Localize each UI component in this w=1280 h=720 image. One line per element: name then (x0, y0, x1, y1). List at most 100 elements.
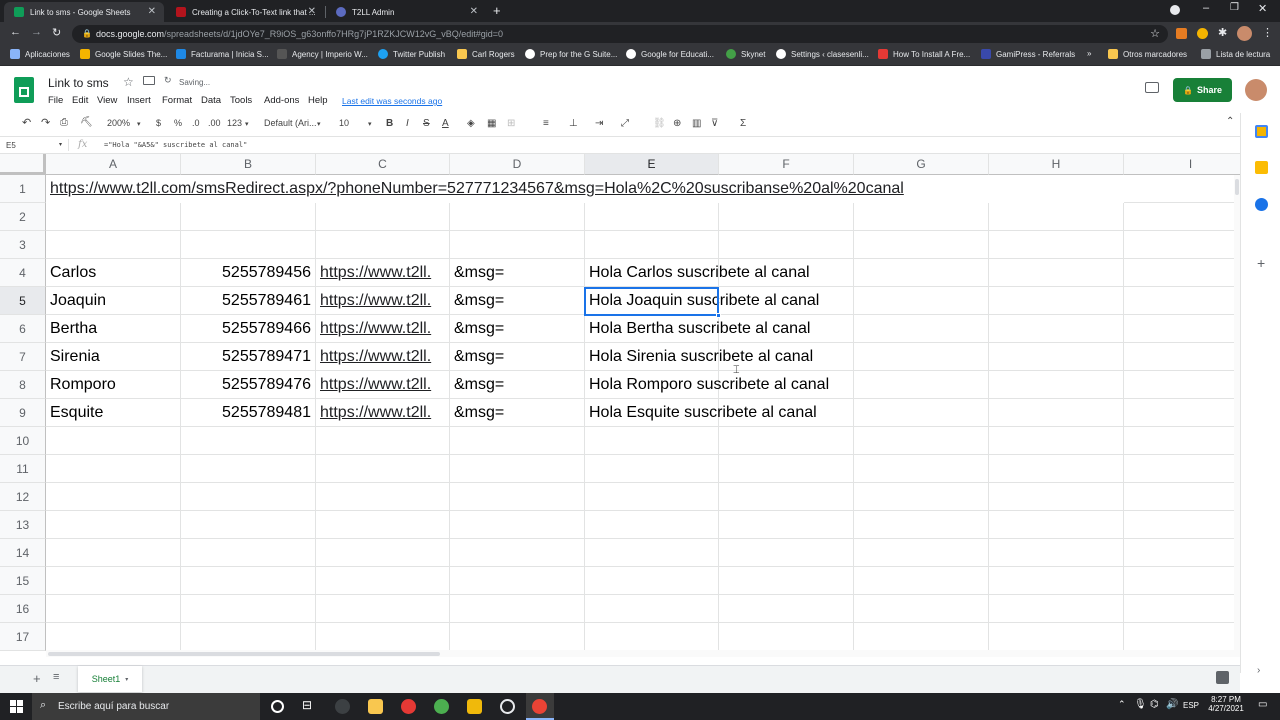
bookmark-google-education[interactable]: Google for Educati... (626, 49, 714, 59)
bookmark-lista-lectura[interactable]: Lista de lectura (1201, 49, 1270, 59)
cell-d4[interactable]: &msg= (450, 259, 584, 287)
chrome-active-app[interactable] (526, 693, 554, 720)
decrease-decimal-button[interactable]: .0 (192, 118, 200, 128)
close-tab-icon[interactable]: ✕ (308, 6, 316, 17)
cell-a7[interactable]: Sirenia (46, 343, 180, 371)
bookmark-settings[interactable]: Settings ‹ clasesenli... (776, 49, 869, 59)
currency-format-button[interactable]: $ (156, 118, 161, 128)
select-all-corner[interactable] (0, 154, 46, 175)
scrollbar-thumb[interactable] (48, 652, 440, 656)
horizontal-align-icon[interactable]: ≡ (543, 118, 549, 129)
volume-icon[interactable]: 🔊 (1166, 699, 1178, 710)
name-box[interactable]: E5 (6, 141, 16, 150)
keep-icon[interactable] (1255, 161, 1268, 174)
extension-icon[interactable] (1176, 28, 1187, 39)
strikethrough-icon[interactable]: S (423, 118, 430, 129)
insert-comment-icon[interactable]: ⊕ (673, 118, 681, 129)
fill-color-icon[interactable]: ◈ (467, 118, 475, 129)
tab-search-icon[interactable] (1170, 5, 1180, 15)
redo-icon[interactable]: ↷ (41, 116, 50, 129)
close-tab-icon[interactable]: ✕ (470, 6, 478, 17)
tab-click-to-text[interactable]: Creating a Click-To-Text link that ... ✕ (166, 2, 324, 22)
show-hidden-icons[interactable]: ⌃ (1118, 699, 1126, 710)
filter-icon[interactable]: ⊽ (711, 118, 718, 129)
insert-link-icon[interactable]: ⛓ (653, 118, 666, 129)
column-header-b[interactable]: B (181, 154, 316, 175)
merge-cells-icon[interactable]: ⊞ (507, 118, 515, 129)
forward-icon[interactable]: → (31, 26, 42, 38)
bookmark-skynet[interactable]: Skynet (726, 49, 765, 59)
tab-link-to-sms[interactable]: Link to sms - Google Sheets ✕ (4, 2, 164, 22)
bookmark-twitter-publish[interactable]: Twitter Publish (378, 49, 445, 59)
row-header[interactable]: 10 (0, 427, 46, 455)
row-header[interactable]: 6 (0, 315, 46, 343)
microphone-icon[interactable]: 🎙 (1134, 699, 1147, 710)
column-header-d[interactable]: D (450, 154, 585, 175)
cell-d9[interactable]: &msg= (450, 399, 584, 427)
cell-b5[interactable]: 5255789461 (181, 287, 315, 315)
cell-c8[interactable]: https://www.t2ll. (316, 371, 449, 399)
minimize-icon[interactable]: – (1203, 2, 1209, 14)
row-header[interactable]: 12 (0, 483, 46, 511)
notifications-icon[interactable]: ▭ (1258, 699, 1267, 710)
cell-e5-selected[interactable]: Hola Joaquin suscribete al canal (585, 287, 819, 315)
row-header[interactable]: 2 (0, 203, 46, 231)
cell-a4[interactable]: Carlos (46, 259, 180, 287)
obs-icon[interactable] (500, 699, 515, 714)
cell-a6[interactable]: Bertha (46, 315, 180, 343)
new-tab-button[interactable]: + (493, 3, 501, 18)
chrome-icon[interactable] (434, 699, 449, 714)
cell-b8[interactable]: 5255789476 (181, 371, 315, 399)
more-menu-icon[interactable]: ⋮ (1262, 26, 1273, 39)
calendar-icon[interactable] (1255, 125, 1268, 138)
text-rotation-icon[interactable]: ⤢ (621, 118, 629, 129)
back-icon[interactable]: ← (10, 26, 21, 38)
menu-view[interactable]: View (97, 95, 117, 106)
cell-b4[interactable]: 5255789456 (181, 259, 315, 287)
file-explorer-icon[interactable] (368, 699, 383, 714)
undo-icon[interactable]: ↶ (22, 116, 31, 129)
functions-button[interactable]: Σ (740, 118, 746, 129)
close-tab-icon[interactable]: ✕ (148, 6, 156, 17)
star-icon[interactable]: ☆ (123, 75, 134, 89)
collapse-menus-icon[interactable]: ⌃ (1226, 116, 1234, 127)
italic-button[interactable]: I (406, 118, 409, 129)
horizontal-scrollbar[interactable] (46, 650, 1234, 657)
row-header[interactable]: 17 (0, 623, 46, 651)
cell-d7[interactable]: &msg= (450, 343, 584, 371)
row-header[interactable]: 7 (0, 343, 46, 371)
font-select[interactable]: Default (Ari... (264, 118, 317, 128)
text-color-icon[interactable]: A (442, 118, 449, 129)
fill-handle[interactable] (716, 313, 721, 318)
borders-icon[interactable]: ▦ (487, 118, 496, 129)
bookmark-prep-gsuite[interactable]: Prep for the G Suite... (525, 49, 617, 59)
cell-e6[interactable]: Hola Bertha suscribete al canal (585, 315, 810, 343)
explore-icon[interactable] (1216, 671, 1229, 684)
zoom-select[interactable]: 200% (107, 118, 130, 128)
menu-format[interactable]: Format (162, 95, 192, 106)
cell-a8[interactable]: Romporo (46, 371, 180, 399)
row-header[interactable]: 5 (0, 287, 46, 315)
close-window-icon[interactable]: ✕ (1258, 2, 1267, 15)
scrollbar-thumb[interactable] (1235, 179, 1239, 195)
cell-c5[interactable]: https://www.t2ll. (316, 287, 449, 315)
windows-start-icon[interactable] (10, 700, 23, 713)
cell-e8[interactable]: Hola Romporo suscribete al canal (585, 371, 829, 399)
row-header[interactable]: 4 (0, 259, 46, 287)
bookmark-otros-marcadores[interactable]: Otros marcadores (1108, 49, 1187, 59)
bookmark-carl-rogers[interactable]: Carl Rogers (457, 49, 515, 59)
column-header-e[interactable]: E (585, 154, 719, 175)
bookmark-aplicaciones[interactable]: Aplicaciones (10, 49, 70, 59)
increase-decimal-button[interactable]: .00 (208, 118, 221, 128)
column-header-i[interactable]: I (1124, 154, 1240, 175)
text-wrapping-icon[interactable]: ⇥ (595, 118, 603, 129)
bold-button[interactable]: B (386, 118, 393, 129)
cell-a1-link[interactable]: https://www.t2ll.com/smsRedirect.aspx/?p… (46, 175, 1124, 203)
row-header[interactable]: 8 (0, 371, 46, 399)
cortana-icon[interactable] (271, 700, 284, 713)
cell-e4[interactable]: Hola Carlos suscribete al canal (585, 259, 810, 287)
row-header[interactable]: 14 (0, 539, 46, 567)
bookmark-facturama[interactable]: Facturama | Inicia S... (176, 49, 269, 59)
cell-d5[interactable]: &msg= (450, 287, 584, 315)
taskbar-search-input[interactable]: ⌕ Escribe aquí para buscar (32, 693, 260, 720)
